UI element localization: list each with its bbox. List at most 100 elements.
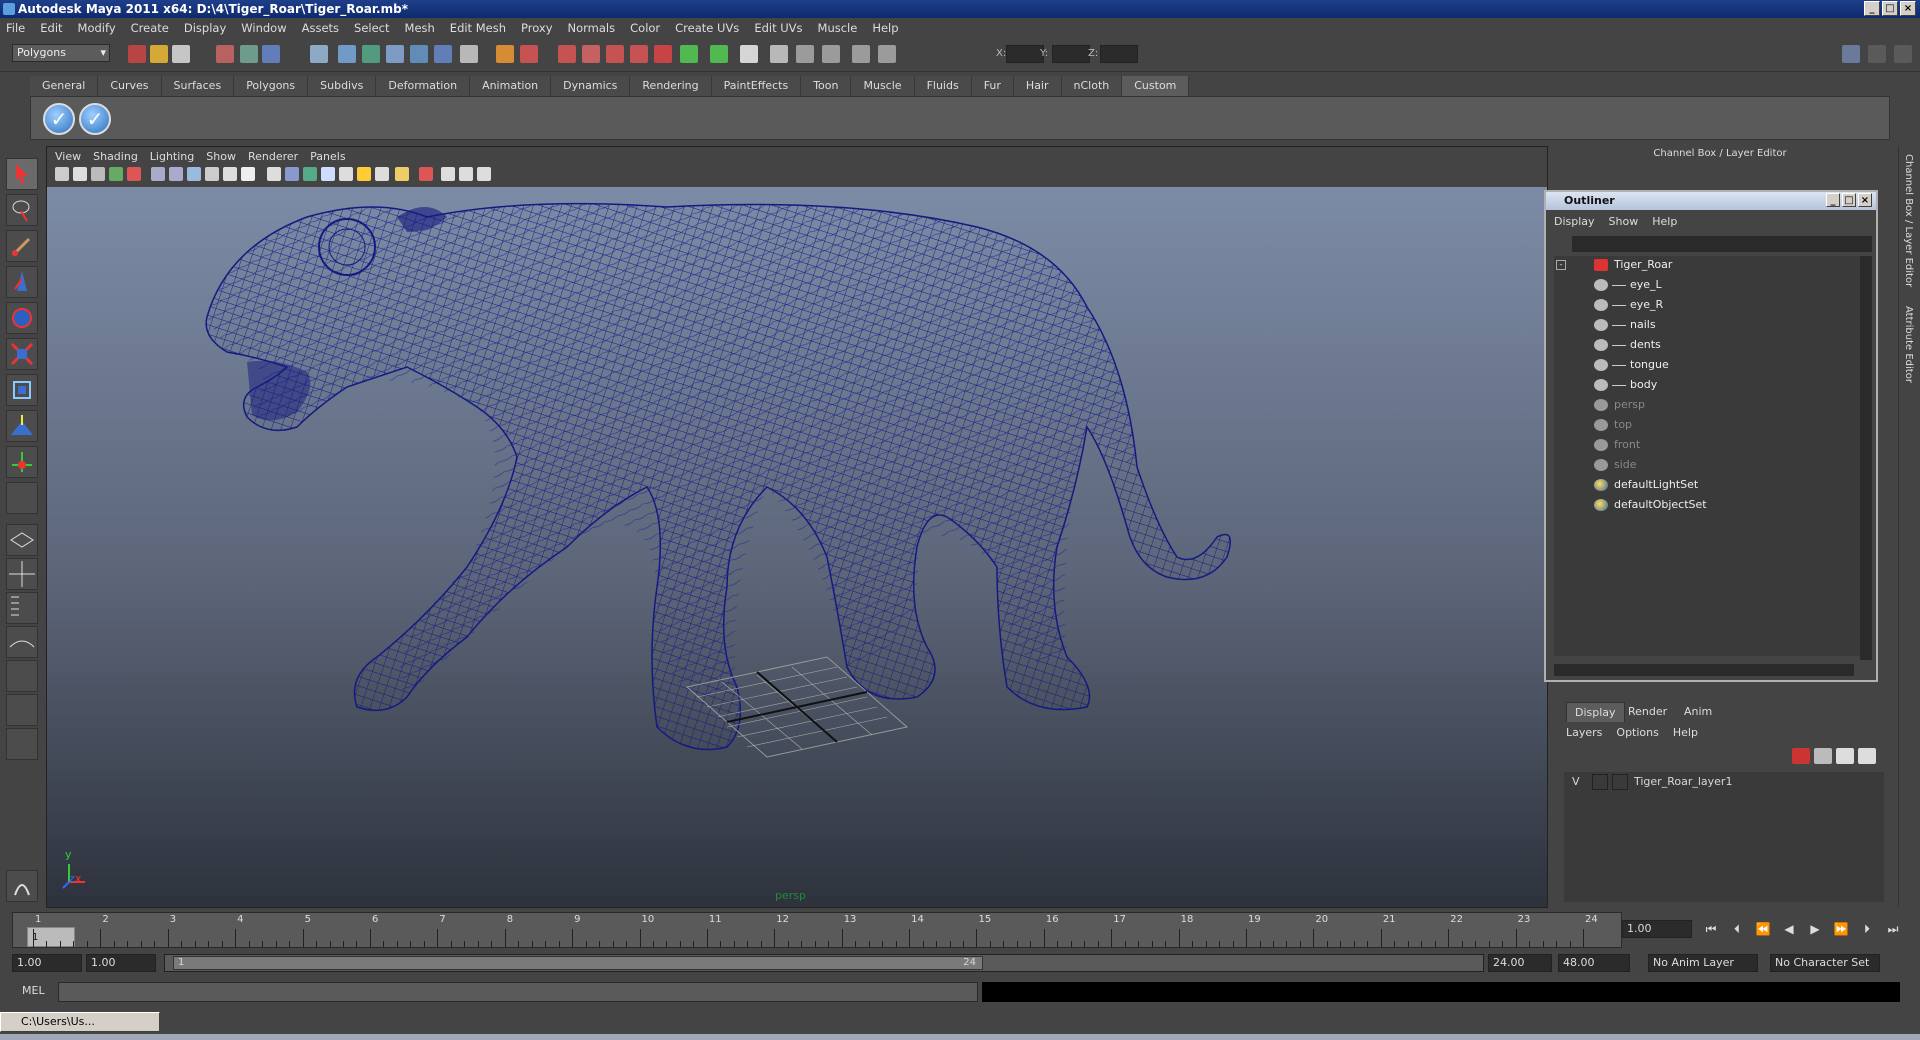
outliner-menu-show[interactable]: Show [1609, 215, 1639, 228]
status-tool-icon-7[interactable] [310, 45, 328, 63]
viewport-menu-view[interactable]: View [55, 150, 81, 163]
play-backwards-icon[interactable]: ◀ [1778, 920, 1800, 938]
viewport-menu-renderer[interactable]: Renderer [248, 150, 298, 163]
play-forwards-icon[interactable]: ▶ [1804, 920, 1826, 938]
menu-create-uvs[interactable]: Create UVs [675, 21, 739, 35]
go-to-end-icon[interactable]: ⏭ [1882, 920, 1904, 938]
viewport-tool-icon-4[interactable] [109, 167, 123, 181]
viewport-menu-show[interactable]: Show [206, 150, 236, 163]
outliner-item-dents[interactable]: dents [1554, 336, 1854, 354]
animation-start-field[interactable]: 1.00 [12, 954, 82, 972]
attribute-editor-side-tab[interactable]: Attribute Editor [1903, 306, 1914, 383]
layer-tab-anim[interactable]: Anim [1676, 702, 1720, 722]
status-tool-icon-15[interactable] [520, 45, 538, 63]
menu-proxy[interactable]: Proxy [521, 21, 553, 35]
shelf-tab-subdivs[interactable]: Subdivs [308, 76, 377, 96]
status-tool-icon-6[interactable] [262, 45, 280, 63]
shelf-tab-fur[interactable]: Fur [971, 76, 1014, 96]
viewport-menu-shading[interactable]: Shading [93, 150, 138, 163]
layer-type-toggle[interactable] [1612, 774, 1628, 790]
outliner-vertical-scrollbar[interactable] [1860, 256, 1872, 660]
shelf-tab-custom[interactable]: Custom [1122, 76, 1190, 96]
shelf-tab-general[interactable]: General [30, 76, 99, 96]
outliner-item-nails[interactable]: nails [1554, 316, 1854, 334]
status-tool-icon-20[interactable] [654, 45, 672, 63]
status-tool-icon-11[interactable] [410, 45, 428, 63]
shelf-tab-rendering[interactable]: Rendering [630, 76, 712, 96]
playback-start-field[interactable]: 1.00 [86, 954, 156, 972]
menu-window[interactable]: Window [241, 21, 286, 35]
status-tool-icon-18[interactable] [606, 45, 624, 63]
scale-tool-icon[interactable] [6, 338, 38, 370]
toolbox-extra-icon[interactable] [6, 728, 38, 760]
status-tool-icon-23[interactable] [740, 45, 758, 63]
outliner-item-eye-l[interactable]: eye_L [1554, 276, 1854, 294]
viewport-menu-lighting[interactable]: Lighting [150, 150, 194, 163]
layer-tab-render[interactable]: Render [1620, 702, 1675, 722]
viewport-tool-icon-9[interactable] [205, 167, 219, 181]
attribute-editor-toggle-icon[interactable] [1868, 45, 1886, 63]
go-to-start-icon[interactable]: ⏮ [1700, 920, 1722, 938]
viewport-tool-icon-15[interactable] [321, 167, 335, 181]
outliner-menu-display[interactable]: Display [1554, 215, 1595, 228]
shelf-tab-surfaces[interactable]: Surfaces [161, 76, 235, 96]
tool-settings-toggle-icon[interactable] [1894, 45, 1912, 63]
outliner-maximize-button[interactable]: □ [1842, 193, 1856, 207]
status-tool-icon-16[interactable] [558, 45, 576, 63]
tiger-wireframe[interactable] [47, 187, 1547, 907]
mel-label[interactable]: MEL [22, 984, 45, 997]
range-slider-thumb[interactable]: 1 24 [173, 956, 983, 970]
shelf-tab-hair[interactable]: Hair [1013, 76, 1062, 96]
shelf-tab-painteffects[interactable]: PaintEffects [711, 76, 802, 96]
viewport-menu-panels[interactable]: Panels [310, 150, 345, 163]
layer-menu-layers[interactable]: Layers [1566, 726, 1602, 739]
viewport-tool-icon-18[interactable] [375, 167, 389, 181]
outliner-horizontal-scrollbar[interactable] [1554, 664, 1854, 676]
range-slider[interactable]: 1 24 [164, 954, 1484, 972]
outliner-menu-help[interactable]: Help [1652, 215, 1677, 228]
channel-box-toggle-icon[interactable] [1842, 45, 1860, 63]
current-frame-field[interactable]: 1.00 [1622, 920, 1692, 938]
outliner-item-defaultobjectset[interactable]: defaultObjectSet [1554, 496, 1854, 514]
channel-box-side-tab[interactable]: Channel Box / Layer Editor [1903, 154, 1914, 287]
viewport-tool-icon-21[interactable] [441, 167, 455, 181]
persp-graph-layout-icon[interactable] [6, 626, 38, 658]
status-tool-icon-28[interactable] [878, 45, 896, 63]
menu-display[interactable]: Display [184, 21, 226, 35]
select-tool-icon[interactable] [6, 158, 38, 190]
status-tool-icon-17[interactable] [582, 45, 600, 63]
viewport-tool-icon-12[interactable] [267, 167, 281, 181]
move-tool-icon[interactable] [6, 266, 38, 298]
layer-menu-options[interactable]: Options [1616, 726, 1658, 739]
custom-shelf-check-icon-2[interactable]: ✓ [79, 103, 111, 135]
menu-modify[interactable]: Modify [78, 21, 116, 35]
x-coord-field[interactable] [1006, 45, 1044, 63]
shelf-tab-toon[interactable]: Toon [801, 76, 852, 96]
outliner-item-persp[interactable]: persp [1554, 396, 1854, 414]
outliner-item-tiger-roar[interactable]: Tiger_Roar [1554, 256, 1854, 274]
new-layer-selected-icon[interactable] [1814, 748, 1832, 764]
step-forward-frame-icon[interactable]: ⏵ [1856, 920, 1878, 938]
status-tool-icon-9[interactable] [362, 45, 380, 63]
outliner-search-field[interactable] [1572, 236, 1872, 252]
menu-muscle[interactable]: Muscle [818, 21, 858, 35]
status-tool-icon-1[interactable] [128, 45, 146, 63]
menu-normals[interactable]: Normals [568, 21, 616, 35]
universal-manip-icon[interactable] [6, 374, 38, 406]
move-down-layer-icon[interactable] [1858, 748, 1876, 764]
layer-tab-display[interactable]: Display [1566, 702, 1625, 722]
outliner-item-top[interactable]: top [1554, 416, 1854, 434]
viewport-tool-icon-20[interactable] [419, 167, 433, 181]
menu-color[interactable]: Color [630, 21, 660, 35]
status-tool-icon-22[interactable] [710, 45, 728, 63]
outliner-item-side[interactable]: side [1554, 456, 1854, 474]
outliner-persp-layout-icon[interactable] [6, 592, 38, 624]
menu-edit-mesh[interactable]: Edit Mesh [450, 21, 506, 35]
viewport-tool-icon-3[interactable] [91, 167, 105, 181]
maximize-button[interactable]: □ [1882, 1, 1898, 16]
four-pane-layout-icon[interactable] [6, 558, 38, 590]
time-slider[interactable]: 1 1 2 3 4 5 6 7 8 9 10 11 12 13 14 15 16 17 18 19 20 21 22 23 2… [12, 912, 1622, 948]
last-tool-icon[interactable] [6, 482, 38, 514]
viewport-tool-icon-22[interactable] [459, 167, 473, 181]
status-tool-icon-10[interactable] [386, 45, 404, 63]
